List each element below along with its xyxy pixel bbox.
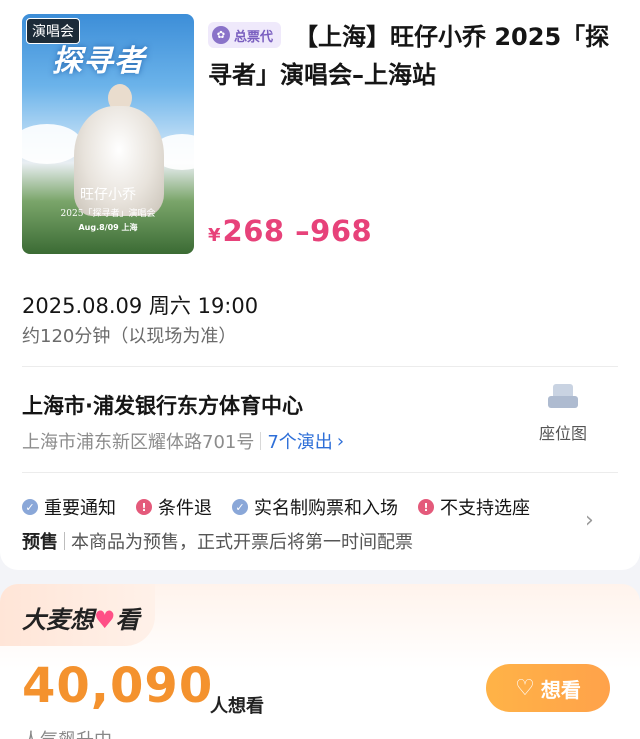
chevron-right-icon[interactable]: › xyxy=(585,508,594,533)
want-to-see-label: 想看 xyxy=(540,677,581,702)
notice-label: 重要通知 xyxy=(44,498,116,519)
seatmap-label: 座位图 xyxy=(538,424,587,443)
seatmap-button[interactable]: 座位图 xyxy=(524,384,602,444)
heart-plus-icon: ♡ xyxy=(515,675,535,701)
heart-icon: ♥ xyxy=(94,606,116,634)
wishlist-title-suffix: 看 xyxy=(115,606,140,634)
poster-date: Aug.8/09 上海 xyxy=(78,223,138,232)
check-icon: ✓ xyxy=(232,499,248,515)
event-duration: 约120分钟（以现场为准） xyxy=(22,326,237,347)
presale-info: 预售 本商品为预售，正式开票后将第一时间配票 xyxy=(22,528,413,554)
poster-tour: 2025「探寻者」演唱会 xyxy=(60,209,156,219)
check-icon: ✓ xyxy=(22,499,38,515)
chevron-right-icon[interactable]: › xyxy=(337,431,344,452)
wishlist-title-prefix: 大麦想 xyxy=(22,606,94,634)
notice-item: ✓ 实名制购票和入场 xyxy=(232,494,398,520)
poster-artist: 旺仔小乔 xyxy=(80,187,136,203)
warning-icon: ! xyxy=(136,499,152,515)
venue-name[interactable]: 上海市·浦发银行东方体育中心 xyxy=(22,390,303,420)
notice-label: 实名制购票和入场 xyxy=(254,498,398,519)
seat-icon xyxy=(548,384,578,412)
want-to-see-button[interactable]: ♡ 想看 xyxy=(486,664,610,712)
wishlist-title: 大麦想♥看 xyxy=(22,600,140,635)
notice-list[interactable]: ✓ 重要通知 ! 条件退 ✓ 实名制购票和入场 ! 不支持选座 xyxy=(22,494,550,520)
event-datetime: 2025.08.09 周六 19:00 xyxy=(22,294,259,318)
popularity-text: 人气飙升中 xyxy=(22,726,112,739)
poster-title: 探寻者 xyxy=(52,44,145,79)
presale-tag: 预售 xyxy=(22,532,58,553)
divider xyxy=(22,472,618,473)
warning-icon: ! xyxy=(418,499,434,515)
poster-cloud xyxy=(22,124,82,164)
separator xyxy=(64,532,65,550)
price-range: ¥ 268 –968 xyxy=(208,214,372,248)
wish-count: 40,090 xyxy=(22,658,214,714)
presale-text: 本商品为预售，正式开票后将第一时间配票 xyxy=(71,532,413,553)
price-value: 268 –968 xyxy=(222,214,373,248)
event-poster[interactable]: 演唱会 探寻者 旺仔小乔 2025「探寻者」演唱会 Aug.8/09 上海 xyxy=(22,14,194,254)
venue-shows-link[interactable]: 7个演出 xyxy=(267,428,332,454)
venue-address-row: 上海市浦东新区耀体路701号 7个演出 › xyxy=(22,428,344,454)
wish-count-suffix: 人想看 xyxy=(210,696,264,717)
divider xyxy=(22,366,618,367)
notice-item: ! 条件退 xyxy=(136,494,212,520)
notice-item: ! 不支持选座 xyxy=(418,494,530,520)
notice-item: ✓ 重要通知 xyxy=(22,494,116,520)
venue-address: 上海市浦东新区耀体路701号 xyxy=(22,432,255,453)
agent-badge-label: 总票代 xyxy=(234,29,274,45)
notice-label: 不支持选座 xyxy=(440,498,530,519)
notice-label: 条件退 xyxy=(158,498,212,519)
agent-badge: ✿ 总票代 xyxy=(208,22,282,48)
currency-symbol: ¥ xyxy=(208,225,221,246)
agent-logo-icon: ✿ xyxy=(212,26,230,44)
separator xyxy=(260,432,262,450)
